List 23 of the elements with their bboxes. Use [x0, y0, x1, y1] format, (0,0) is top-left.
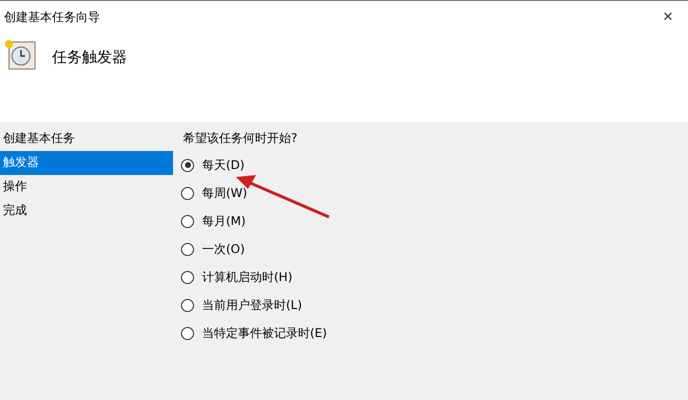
option-label: 一次(O): [202, 240, 245, 258]
radio-button[interactable]: [181, 242, 194, 256]
page-title: 任务触发器: [52, 48, 127, 67]
option-label: 当前用户登录时(L): [202, 296, 302, 314]
option-label: 每周(W): [202, 184, 248, 202]
sidebar-item[interactable]: 创建基本任务: [0, 127, 173, 151]
question-text: 希望该任务何时开始?: [182, 130, 298, 147]
window-title: 创建基本任务向导: [4, 8, 100, 26]
sidebar-item[interactable]: 完成: [0, 199, 173, 223]
radio-button[interactable]: [181, 186, 194, 200]
option-label: 当特定事件被记录时(E): [202, 324, 327, 342]
clock-icon: [4, 39, 36, 71]
option-label: 每月(M): [202, 212, 246, 230]
radio-button[interactable]: [181, 214, 194, 228]
close-button[interactable]: ✕: [648, 10, 688, 24]
sidebar-item[interactable]: 触发器: [0, 151, 173, 175]
option-label: 每天(D): [202, 156, 245, 174]
radio-button[interactable]: [181, 326, 194, 340]
radio-button[interactable]: [181, 270, 194, 284]
radio-button[interactable]: [181, 298, 194, 312]
radio-button[interactable]: [181, 158, 194, 172]
sidebar-item[interactable]: 操作: [0, 175, 173, 199]
option-label: 计算机启动时(H): [202, 268, 292, 286]
